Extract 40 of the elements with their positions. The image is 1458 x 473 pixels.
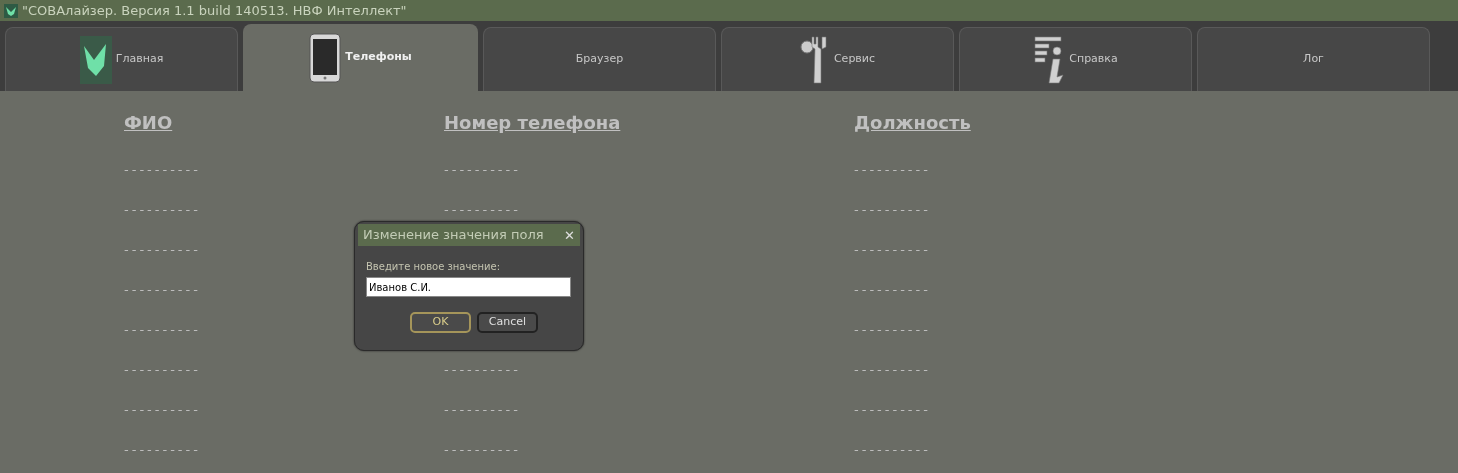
table-cell: ---------- (124, 242, 201, 257)
table-cell: ---------- (854, 402, 931, 417)
prompt-label: Введите новое значение: (366, 260, 501, 274)
tab[interactable]: Браузер (483, 27, 716, 91)
input-field[interactable]: Иванов С.И. (366, 277, 571, 297)
table-cell: ---------- (124, 442, 201, 457)
table-cell: ---------- (854, 202, 931, 217)
tablet-icon (309, 32, 342, 83)
table-cell: ---------- (124, 362, 201, 377)
info-icon (1033, 34, 1066, 85)
table-cell: ---------- (854, 242, 931, 257)
column-header: ФИО (124, 111, 173, 135)
table-cell: ---------- (444, 442, 521, 457)
table-cell: ---------- (444, 402, 521, 417)
table-cell: ---------- (854, 322, 931, 337)
column-header: Должность (854, 111, 971, 135)
tab[interactable]: Справка (959, 27, 1192, 91)
column-header: Номер телефона (444, 111, 621, 135)
table-cell: ---------- (124, 202, 201, 217)
table-cell: ---------- (444, 162, 521, 177)
wrench-gear-icon (799, 34, 830, 85)
dialog-button[interactable]: Cancel (477, 312, 538, 333)
tab[interactable]: Главная (5, 27, 238, 91)
table-cell: ---------- (124, 402, 201, 417)
table-cell: ---------- (124, 162, 201, 177)
table-cell: ---------- (444, 362, 521, 377)
dialog-title: Изменение значения поля (363, 226, 544, 245)
table-cell: ---------- (854, 162, 931, 177)
table-cell: ---------- (444, 202, 521, 217)
table-cell: ---------- (124, 322, 201, 337)
table-cell: ---------- (124, 282, 201, 297)
close-button[interactable]: ✕ (564, 228, 575, 242)
tab[interactable]: Лог (1197, 27, 1430, 91)
dialog-button[interactable]: OK (410, 312, 471, 333)
table-cell: ---------- (854, 282, 931, 297)
table-cell: ---------- (854, 442, 931, 457)
table-cell: ---------- (854, 362, 931, 377)
window-title: "СОВАлайзер. Версия 1.1 build 140513. НВФ Интеллект" (22, 1, 407, 20)
tab[interactable]: Телефоны (243, 24, 478, 91)
tab[interactable]: Сервис (721, 27, 954, 91)
